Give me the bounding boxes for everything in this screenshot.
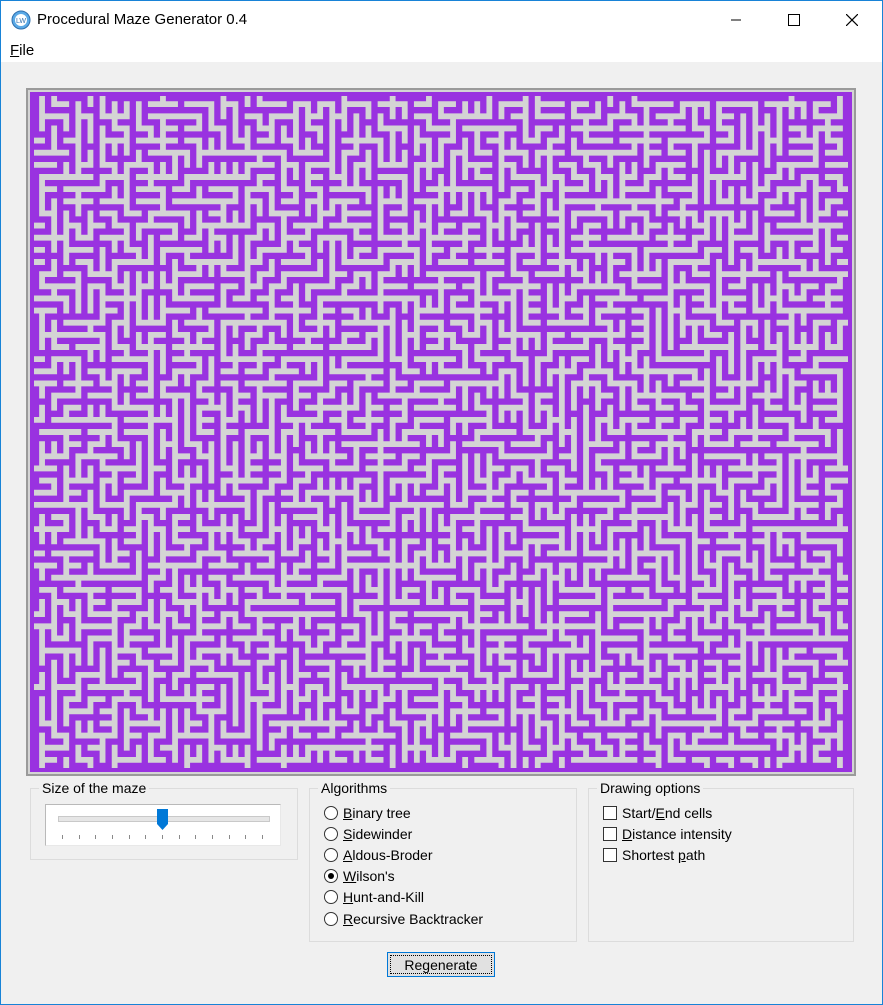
radio-hunt-and-kill[interactable]: Hunt-and-Kill bbox=[324, 887, 424, 907]
checkbox-box[interactable] bbox=[603, 827, 617, 841]
checkbox-label: Start/End cells bbox=[622, 805, 713, 821]
menu-file[interactable]: File bbox=[10, 42, 34, 59]
maze-frame bbox=[26, 88, 856, 776]
regenerate-label: Regenerate bbox=[404, 956, 478, 973]
slider-tick bbox=[178, 835, 180, 839]
app-maze-icon: LW bbox=[11, 10, 31, 30]
radio-aldous-broder[interactable]: Aldous-Broder bbox=[324, 845, 433, 865]
close-icon bbox=[846, 13, 858, 26]
algorithms-group-title: Algorithms bbox=[318, 780, 391, 796]
radio-circle[interactable] bbox=[324, 890, 338, 904]
radio-label: Wilson's bbox=[343, 868, 395, 884]
radio-label: Binary tree bbox=[343, 805, 411, 821]
size-group-title: Size of the maze bbox=[39, 780, 150, 796]
maze-image bbox=[30, 92, 852, 772]
slider-tick bbox=[95, 835, 97, 839]
checkbox-label: Shortest path bbox=[622, 847, 706, 863]
title-bar[interactable]: LW Procedural Maze Generator 0.4 bbox=[1, 1, 882, 38]
close-button[interactable] bbox=[823, 1, 881, 38]
minimize-icon bbox=[731, 19, 741, 20]
slider-tick bbox=[78, 835, 80, 839]
checkbox-shortest-path[interactable]: Shortest path bbox=[603, 845, 705, 865]
slider-tick bbox=[195, 835, 197, 839]
radio-circle[interactable] bbox=[324, 912, 338, 926]
slider-tick bbox=[262, 835, 263, 839]
radio-circle[interactable] bbox=[324, 806, 338, 820]
radio-selected-dot bbox=[328, 873, 334, 879]
menu-bar: File bbox=[1, 38, 882, 62]
size-slider[interactable] bbox=[45, 804, 281, 846]
slider-tick bbox=[228, 835, 230, 839]
maximize-button[interactable] bbox=[765, 1, 823, 38]
slider-tick bbox=[62, 835, 63, 839]
slider-tick bbox=[128, 835, 130, 839]
radio-label: Aldous-Broder bbox=[343, 847, 433, 863]
checkbox-distance-intensity[interactable]: Distance intensity bbox=[603, 824, 732, 844]
radio-label: Recursive Backtracker bbox=[343, 911, 484, 927]
slider-tick bbox=[212, 835, 213, 839]
slider-tick bbox=[145, 835, 147, 839]
drawing-options-title: Drawing options bbox=[597, 780, 704, 796]
radio-label: Hunt-and-Kill bbox=[343, 889, 424, 905]
radio-sidewinder[interactable]: Sidewinder bbox=[324, 824, 412, 844]
checkbox-start-end-cells[interactable]: Start/End cells bbox=[603, 803, 712, 823]
maze-canvas bbox=[28, 90, 854, 774]
slider-tick bbox=[245, 835, 247, 839]
radio-binary-tree[interactable]: Binary tree bbox=[324, 803, 411, 823]
window-title: Procedural Maze Generator 0.4 bbox=[37, 11, 248, 28]
drawing-options-group: Drawing options Start/End cells Distance… bbox=[588, 780, 854, 942]
svg-text:LW: LW bbox=[16, 18, 26, 25]
radio-recursive-backtracker[interactable]: Recursive Backtracker bbox=[324, 909, 483, 929]
regenerate-button[interactable]: Regenerate bbox=[387, 952, 495, 977]
slider-thumb[interactable] bbox=[157, 809, 168, 831]
minimize-button[interactable] bbox=[707, 1, 765, 38]
checkbox-box[interactable] bbox=[603, 806, 617, 820]
maze-path bbox=[32, 94, 850, 770]
radio-circle[interactable] bbox=[324, 827, 338, 841]
radio-wilsons[interactable]: Wilson's bbox=[324, 866, 395, 886]
maximize-icon bbox=[788, 13, 800, 26]
size-group: Size of the maze bbox=[30, 780, 298, 860]
checkbox-box[interactable] bbox=[603, 848, 617, 862]
radio-circle[interactable] bbox=[324, 848, 338, 862]
slider-tick bbox=[112, 835, 113, 839]
checkbox-label: Distance intensity bbox=[622, 826, 732, 842]
algorithms-group: Algorithms Binary tree Sidewinder Aldous… bbox=[309, 780, 577, 942]
slider-tick bbox=[162, 835, 163, 839]
radio-label: Sidewinder bbox=[343, 826, 413, 842]
radio-circle[interactable] bbox=[324, 869, 338, 883]
maze-passages bbox=[32, 94, 850, 770]
